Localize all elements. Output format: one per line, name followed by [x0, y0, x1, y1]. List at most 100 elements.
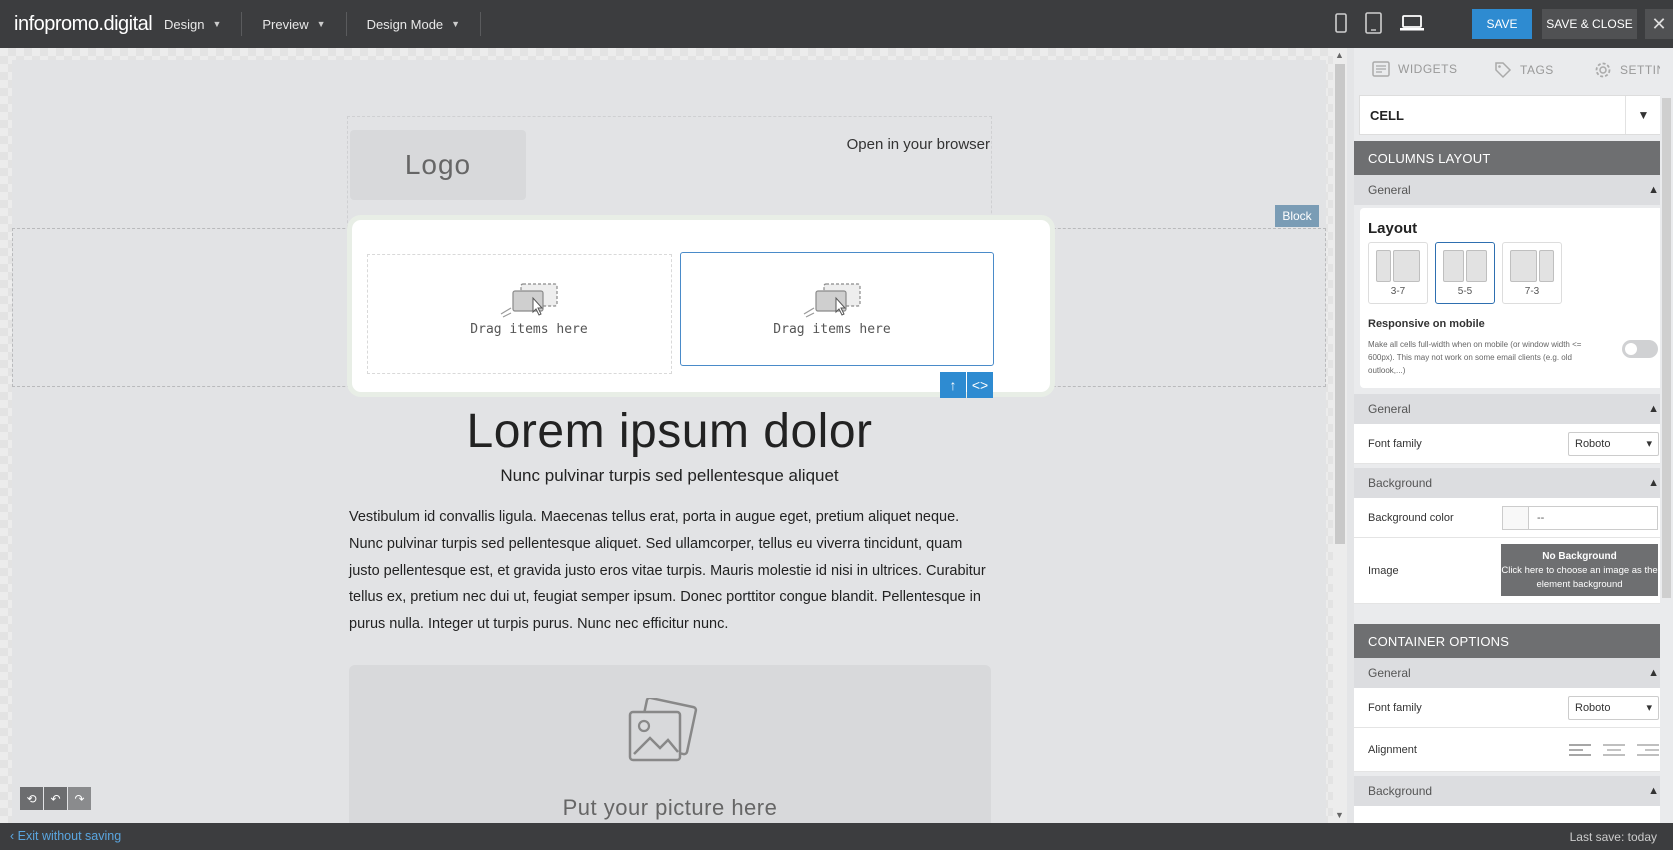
- heading-text[interactable]: Lorem ipsum dolor: [347, 404, 992, 459]
- undo-icon[interactable]: ↶: [44, 787, 67, 810]
- layout-option-3-7[interactable]: 3-7: [1368, 242, 1428, 304]
- background-image-row: Image No Background Click here to choose…: [1354, 538, 1673, 604]
- image-label: Image: [1368, 564, 1399, 577]
- align-left-icon[interactable]: [1569, 743, 1591, 757]
- widgets-icon: [1372, 61, 1390, 77]
- exit-without-saving-link[interactable]: ‹ Exit without saving: [10, 829, 121, 843]
- phone-icon[interactable]: [1335, 13, 1347, 33]
- brand-logo: infopromo.digital: [14, 12, 153, 35]
- chevron-down-icon: ▼: [316, 19, 326, 29]
- align-center-icon[interactable]: [1603, 743, 1625, 757]
- drag-items-label: Drag items here: [773, 322, 891, 337]
- tab-widgets-label: WIDGETS: [1398, 62, 1458, 76]
- general-label: General: [1368, 402, 1411, 416]
- save-close-button[interactable]: SAVE & CLOSE: [1542, 9, 1637, 39]
- responsive-toggle[interactable]: [1622, 340, 1658, 358]
- redo-icon[interactable]: ↷: [68, 787, 91, 810]
- chevron-down-icon: ▾: [1646, 438, 1652, 450]
- container-background-row: [1354, 806, 1673, 823]
- general-toggle[interactable]: General ▲: [1354, 394, 1673, 424]
- tab-widgets[interactable]: WIDGETS: [1372, 61, 1458, 77]
- layout-option-label: 5-5: [1457, 286, 1473, 297]
- drop-zone-left[interactable]: Drag items here: [424, 282, 634, 337]
- scroll-down-icon[interactable]: ▼: [1335, 810, 1344, 820]
- subheading-text[interactable]: Nunc pulvinar turpis sed pellentesque al…: [347, 466, 992, 486]
- nav-design-label: Design: [164, 16, 205, 32]
- background-toggle[interactable]: Background ▲: [1354, 468, 1673, 498]
- open-in-browser-link[interactable]: Open in your browser: [792, 136, 990, 153]
- paragraph-text[interactable]: Vestibulum id convallis ligula. Maecenas…: [349, 504, 994, 638]
- bottom-bar: ‹ Exit without saving Last save: today: [0, 823, 1673, 850]
- element-type-select[interactable]: CELL ▼: [1359, 95, 1662, 135]
- container-font-family-select[interactable]: Roboto ▾: [1568, 695, 1659, 720]
- chevron-up-icon: ▲: [1648, 403, 1659, 415]
- background-color-row: Background color --: [1354, 498, 1673, 538]
- close-icon[interactable]: ✕: [1645, 9, 1673, 39]
- chevron-up-icon: ▲: [1648, 184, 1659, 196]
- font-family-select[interactable]: Roboto ▾: [1568, 431, 1659, 456]
- element-type-value: CELL: [1370, 107, 1404, 123]
- nav-design-mode-label: Design Mode: [366, 16, 444, 32]
- font-family-value: Roboto: [1575, 437, 1611, 450]
- drop-zone-right[interactable]: Drag items here: [727, 282, 937, 337]
- align-right-icon[interactable]: [1637, 743, 1659, 757]
- container-background-toggle[interactable]: Background ▲: [1354, 776, 1673, 806]
- font-family-row: Font family Roboto ▾: [1354, 424, 1673, 464]
- block-tag[interactable]: Block: [1275, 205, 1319, 227]
- layout-title: Layout: [1368, 220, 1418, 237]
- layout-option-label: 3-7: [1390, 286, 1406, 297]
- chevron-down-icon: ▾: [1646, 702, 1652, 714]
- container-options-header: CONTAINER OPTIONS: [1354, 624, 1673, 658]
- chevron-down-icon: ▼: [451, 19, 461, 29]
- chevron-left-icon: ‹: [10, 829, 18, 843]
- cell-toolbar: ↑ <>: [940, 372, 993, 398]
- move-up-icon[interactable]: ↑: [940, 372, 966, 398]
- drag-drop-icon: [500, 283, 558, 318]
- canvas-scrollbar[interactable]: ▲ ▼: [1333, 48, 1347, 823]
- nav-design-mode[interactable]: Design Mode ▼: [347, 12, 482, 36]
- columns-general-toggle[interactable]: General ▲: [1354, 175, 1673, 205]
- gear-icon: [1595, 62, 1611, 78]
- layout-option-7-3[interactable]: 7-3: [1502, 242, 1562, 304]
- responsive-title: Responsive on mobile: [1368, 318, 1485, 330]
- scrollbar-thumb[interactable]: [1335, 64, 1345, 544]
- container-font-family-row: Font family Roboto ▾: [1354, 688, 1673, 728]
- history-icon[interactable]: ⟲: [20, 787, 43, 810]
- drag-items-label: Drag items here: [470, 322, 588, 337]
- columns-general-label: General: [1368, 183, 1411, 197]
- container-background-label: Background: [1368, 784, 1433, 798]
- responsive-description: Make all cells full-width when on mobile…: [1368, 340, 1582, 375]
- code-icon[interactable]: <>: [967, 372, 993, 398]
- top-bar: infopromo.digital Design ▼ Preview ▼ Desig…: [0, 0, 1673, 48]
- nav-preview[interactable]: Preview ▼: [242, 12, 347, 36]
- chevron-up-icon: ▲: [1648, 477, 1659, 489]
- tag-icon: [1495, 62, 1512, 79]
- choose-background-button[interactable]: No Background Click here to choose an im…: [1501, 544, 1658, 596]
- tablet-icon[interactable]: [1365, 12, 1382, 34]
- background-color-field[interactable]: --: [1502, 505, 1658, 530]
- font-family-label: Font family: [1368, 437, 1422, 450]
- container-font-family-label: Font family: [1368, 701, 1422, 714]
- background-color-value: --: [1537, 511, 1545, 524]
- chevron-down-icon: ▼: [1625, 96, 1661, 134]
- container-general-toggle[interactable]: General ▲: [1354, 658, 1673, 688]
- tab-tags[interactable]: TAGS: [1494, 61, 1554, 79]
- panel-scrollbar-thumb[interactable]: [1662, 98, 1671, 598]
- drag-drop-icon: [803, 283, 861, 318]
- panel-scrollbar[interactable]: [1660, 48, 1673, 823]
- columns-layout-header: COLUMNS LAYOUT: [1354, 141, 1673, 175]
- save-button[interactable]: SAVE: [1472, 9, 1532, 39]
- logo-placeholder[interactable]: Logo: [350, 130, 526, 200]
- layout-option-5-5[interactable]: 5-5: [1435, 242, 1495, 304]
- email-canvas[interactable]: Logo Open in your browser Block Drag ite…: [12, 60, 1326, 823]
- color-swatch[interactable]: [1503, 506, 1529, 529]
- history-controls: ⟲ ↶ ↷: [20, 787, 91, 810]
- nav-design[interactable]: Design ▼: [144, 12, 243, 36]
- no-background-title: No Background: [1542, 551, 1617, 562]
- layout-option-label: 7-3: [1524, 286, 1540, 297]
- device-switcher: [1335, 12, 1424, 34]
- scroll-up-icon[interactable]: ▲: [1335, 50, 1344, 60]
- alignment-row: Alignment: [1354, 728, 1673, 772]
- chevron-down-icon: ▼: [212, 19, 222, 29]
- laptop-icon[interactable]: [1400, 14, 1424, 32]
